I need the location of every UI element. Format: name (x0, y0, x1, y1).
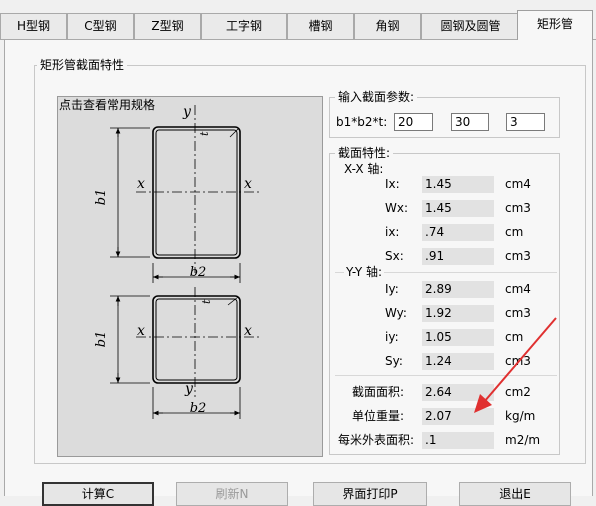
refresh-label: 刷新N (215, 487, 249, 501)
tab-bar: H型钢 C型钢 Z型钢 工字钢 槽钢 角钢 圆钢及圆管 矩形管 (0, 0, 596, 40)
tab-i-beam[interactable]: 工字钢 (201, 13, 287, 39)
print-button[interactable]: 界面打印P (313, 482, 427, 506)
radius-x-value: .74 (422, 224, 494, 241)
section-drawing[interactable]: 点击查看常用规格 y x x b1 b2 t y x x b1 b2 t (57, 96, 323, 457)
upper-x-right-label: x (244, 176, 252, 192)
iy-label: Iy: (385, 282, 399, 296)
sy-label: Sy: (385, 354, 403, 368)
upper-y-label: y (182, 104, 192, 120)
xx-axis-label: X-X 轴: (344, 162, 384, 176)
rect-tube-diagram: y x x b1 b2 t y x x b1 b2 t (94, 104, 262, 419)
b2-input[interactable] (451, 113, 489, 131)
sx-label: Sx: (385, 249, 404, 263)
calculate-button[interactable]: 计算C (42, 482, 154, 506)
input-group-title: 输入截面参数: (335, 90, 418, 104)
radius-x-unit: cm (505, 225, 524, 239)
exit-button[interactable]: 退出E (459, 482, 571, 506)
wy-label: Wy: (385, 306, 407, 320)
sx-unit: cm3 (505, 249, 531, 263)
radius-x-label: ix: (385, 225, 400, 239)
sx-value: .91 (422, 248, 494, 265)
t-input[interactable] (506, 113, 545, 131)
lower-y-label: y (184, 381, 194, 397)
print-label: 界面打印P (342, 487, 398, 501)
surface-area-label: 每米外表面积: (338, 433, 415, 447)
tab-z-steel[interactable]: Z型钢 (134, 13, 201, 39)
exit-label: 退出E (499, 487, 531, 501)
upper-b2-label: b2 (190, 265, 207, 280)
section-group-title: 矩形管截面特性 (37, 58, 128, 72)
tab-label: 矩形管 (536, 17, 573, 31)
tab-label: 槽钢 (308, 19, 333, 33)
lower-t-label: t (200, 299, 213, 304)
wx-value: 1.45 (422, 200, 494, 217)
weight-label: 单位重量: (352, 409, 405, 423)
radius-y-label: iy: (385, 330, 399, 344)
lower-tube (110, 287, 262, 419)
surface-area-unit: m2/m (505, 433, 541, 447)
calculate-label: 计算C (81, 487, 115, 501)
lower-b1-label: b1 (94, 331, 109, 348)
annotation-arrow-icon (474, 317, 557, 413)
tab-label: 工字钢 (225, 19, 262, 33)
upper-tube (110, 105, 262, 283)
iy-unit: cm4 (505, 282, 531, 296)
tab-round[interactable]: 圆钢及圆管 (421, 13, 520, 39)
tab-h-steel[interactable]: H型钢 (0, 13, 67, 39)
tab-label: 角钢 (375, 19, 400, 33)
ix-value: 1.45 (422, 176, 494, 193)
tab-angle[interactable]: 角钢 (354, 13, 421, 39)
iy-value: 2.89 (422, 281, 494, 298)
tab-label: C型钢 (84, 19, 117, 33)
lower-x-right-label: x (244, 323, 252, 339)
upper-t-label: t (198, 131, 211, 136)
tab-rect-tube[interactable]: 矩形管 (517, 10, 593, 40)
ix-label: Ix: (385, 177, 400, 191)
lower-x-left-label: x (137, 323, 145, 339)
refresh-button[interactable]: 刷新N (176, 482, 288, 506)
lower-b2-label: b2 (190, 401, 207, 416)
input-prompt-label: b1*b2*t: (336, 115, 388, 129)
wx-unit: cm3 (505, 201, 531, 215)
tab-channel[interactable]: 槽钢 (287, 13, 354, 39)
ix-unit: cm4 (505, 177, 531, 191)
tab-c-steel[interactable]: C型钢 (67, 13, 134, 39)
upper-x-left-label: x (137, 176, 145, 192)
props-group-title: 截面特性: (335, 146, 394, 160)
b1-input[interactable] (394, 113, 433, 131)
area-label: 截面面积: (352, 385, 405, 399)
upper-b1-label: b1 (94, 189, 109, 206)
tab-label: H型钢 (16, 19, 51, 33)
tab-label: 圆钢及圆管 (440, 19, 501, 33)
yy-axis-label: Y-Y 轴: (344, 265, 385, 279)
surface-area-value: .1 (422, 432, 494, 449)
wx-label: Wx: (385, 201, 409, 215)
tab-label: Z型钢 (151, 19, 184, 33)
